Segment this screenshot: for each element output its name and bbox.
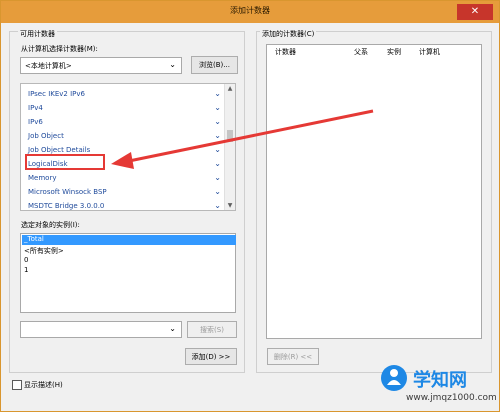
watermark-logo — [379, 363, 409, 393]
watermark-url: www.jmqz1000.com — [406, 393, 497, 403]
watermark-title: 学知网 — [413, 370, 467, 391]
add-counters-dialog: 添加计数器 ✕ 可用计数器 从计算机选择计数器(M): <本地计算机> ⌄ 浏览… — [0, 0, 500, 412]
annotation-arrow — [111, 109, 374, 169]
watermark-person-icon — [381, 365, 407, 391]
